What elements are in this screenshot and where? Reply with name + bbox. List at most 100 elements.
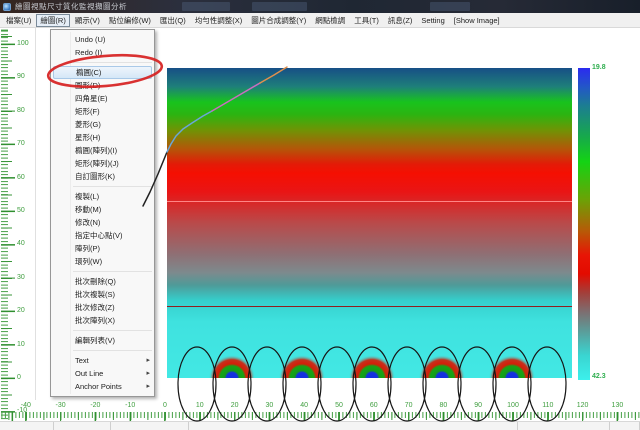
ruler-label: 40 — [17, 240, 25, 247]
menu-separator — [73, 62, 152, 63]
menu-item-draw[interactable]: 繪圖(R) — [36, 14, 69, 27]
status-cell — [111, 422, 189, 430]
colorbar-max-label: 19.8 — [592, 64, 606, 71]
ruler-ticks — [0, 412, 640, 421]
context-menu-item[interactable]: 批次陣列(X) — [51, 314, 154, 327]
ruler-label: 30 — [260, 402, 278, 409]
context-menu-item[interactable]: 批次複製(S) — [51, 288, 154, 301]
ruler-label: -10 — [121, 402, 139, 409]
menu-separator — [73, 186, 152, 187]
ruler-label: -20 — [86, 402, 104, 409]
titlebar-decoration — [430, 2, 470, 11]
app-window: 繪圖視點尺寸質化監視擷圖分析 檔案(U)繪圖(R)顯示(V)點位編修(W)匯出(… — [0, 0, 640, 430]
ruler-label: -30 — [52, 402, 70, 409]
context-menu-item[interactable]: 星形(H) — [51, 131, 154, 144]
titlebar-decoration — [182, 2, 230, 11]
upper-marker-line — [167, 201, 572, 202]
context-menu-item[interactable]: 環列(W) — [51, 255, 154, 268]
menu-item-setting[interactable]: Setting — [417, 15, 448, 26]
submenu-arrow-icon: ▸ — [146, 354, 150, 367]
context-menu-item[interactable]: Undo (U) — [51, 33, 154, 46]
colorbar-min-label: 42.3 — [592, 373, 606, 380]
context-menu-item[interactable]: 複製(L) — [51, 190, 154, 203]
context-menu-item[interactable]: 矩形(陣列)(J) — [51, 157, 154, 170]
ruler-label: 130 — [608, 402, 626, 409]
context-menu-item[interactable]: 自訂圖形(K) — [51, 170, 154, 183]
context-menu-item[interactable]: Anchor Points▸ — [51, 380, 154, 393]
context-menu-item[interactable]: 批次刪除(Q) — [51, 275, 154, 288]
window-title: 繪圖視點尺寸質化監視擷圖分析 — [15, 1, 127, 12]
ruler-label: 20 — [17, 307, 25, 314]
context-menu-item[interactable]: 圓形(D) — [51, 79, 154, 92]
status-cell — [54, 422, 111, 430]
context-menu-item[interactable]: 陣列(P) — [51, 242, 154, 255]
ruler-label: 30 — [17, 274, 25, 281]
context-menu-item[interactable]: 移動(M) — [51, 203, 154, 216]
ruler-label: 110 — [539, 402, 557, 409]
ruler-label: -40 — [17, 402, 35, 409]
context-menu-item[interactable]: 橢圓(C) — [53, 66, 152, 79]
ruler-label: 0 — [17, 374, 21, 381]
app-icon — [3, 3, 11, 11]
menu-separator — [73, 350, 152, 351]
ruler-label: 60 — [365, 402, 383, 409]
ruler-label: 90 — [17, 73, 25, 80]
menu-separator — [73, 271, 152, 272]
menu-item-export[interactable]: 匯出(Q) — [156, 14, 190, 27]
ruler-label: 70 — [400, 402, 418, 409]
submenu-arrow-icon: ▸ — [146, 367, 150, 380]
titlebar-decoration — [252, 2, 307, 11]
ruler-label: 0 — [156, 402, 174, 409]
ruler-label: 80 — [434, 402, 452, 409]
menu-item-compose[interactable]: 圖片合成調整(Y) — [247, 14, 310, 27]
menu-bar: 檔案(U)繪圖(R)顯示(V)點位編修(W)匯出(Q)均勻性調整(X)圖片合成調… — [0, 13, 640, 28]
context-menu-item[interactable]: 矩形(F) — [51, 105, 154, 118]
workspace: 1009080706050403020100-10 -40-30-20-1001… — [0, 28, 640, 421]
horizontal-ruler: -40 -30 -20 -10 0 10 20 30 40 50 60 70 80 90 100 110 120… — [0, 400, 640, 421]
menu-item-view[interactable]: 顯示(V) — [71, 14, 104, 27]
ruler-label: 100 — [17, 40, 29, 47]
context-menu-item[interactable]: 指定中心點(V) — [51, 229, 154, 242]
context-menu: Undo (U)Redo (I) 橢圓(C)圓形(D)四角星(E)矩形(F)菱形(… — [50, 29, 155, 397]
menu-item-file[interactable]: 檔案(U) — [2, 14, 35, 27]
ruler-label: 80 — [17, 107, 25, 114]
submenu-arrow-icon: ▸ — [146, 380, 150, 393]
client-border — [35, 28, 36, 400]
context-menu-item[interactable]: 橢圓(陣列)(I) — [51, 144, 154, 157]
status-cell — [189, 422, 518, 430]
title-bar[interactable]: 繪圖視點尺寸質化監視擷圖分析 — [0, 0, 640, 13]
menu-item-point-edit[interactable]: 點位編修(W) — [105, 14, 155, 27]
menu-item-tools[interactable]: 工具(T) — [350, 14, 383, 27]
status-cell — [518, 422, 610, 430]
context-menu-item[interactable]: Text▸ — [51, 354, 154, 367]
ruler-label: 60 — [17, 174, 25, 181]
context-menu-item[interactable]: 批次修改(Z) — [51, 301, 154, 314]
ruler-label: 50 — [330, 402, 348, 409]
status-cell — [610, 422, 640, 430]
heatmap-image[interactable] — [167, 68, 572, 378]
context-menu-item[interactable]: 編輯列表(V) — [51, 334, 154, 347]
ruler-label: 10 — [17, 341, 25, 348]
menu-separator — [73, 330, 152, 331]
ruler-label: 20 — [226, 402, 244, 409]
context-menu-item[interactable]: 修改(N) — [51, 216, 154, 229]
menu-item-uniformity[interactable]: 均勻性調整(X) — [191, 14, 247, 27]
ruler-label: 50 — [17, 207, 25, 214]
context-menu-item[interactable]: Out Line▸ — [51, 367, 154, 380]
ruler-label: 120 — [574, 402, 592, 409]
menu-item-info[interactable]: 訊息(Z) — [384, 14, 417, 27]
ruler-label: 100 — [504, 402, 522, 409]
ruler-label: 40 — [295, 402, 313, 409]
context-menu-item[interactable]: Redo (I) — [51, 46, 154, 59]
menu-item-dot-check[interactable]: 網點檢調 — [311, 14, 349, 27]
status-cell — [0, 422, 54, 430]
ruler-label: 70 — [17, 140, 25, 147]
menu-item-show-image[interactable]: [Show Image] — [450, 15, 504, 26]
ruler-label: 90 — [469, 402, 487, 409]
status-bar — [0, 421, 640, 430]
ruler-ticks — [1, 28, 15, 420]
colorbar — [578, 68, 590, 380]
context-menu-item[interactable]: 菱形(G) — [51, 118, 154, 131]
context-menu-item[interactable]: 四角星(E) — [51, 92, 154, 105]
ruler-label: 10 — [191, 402, 209, 409]
